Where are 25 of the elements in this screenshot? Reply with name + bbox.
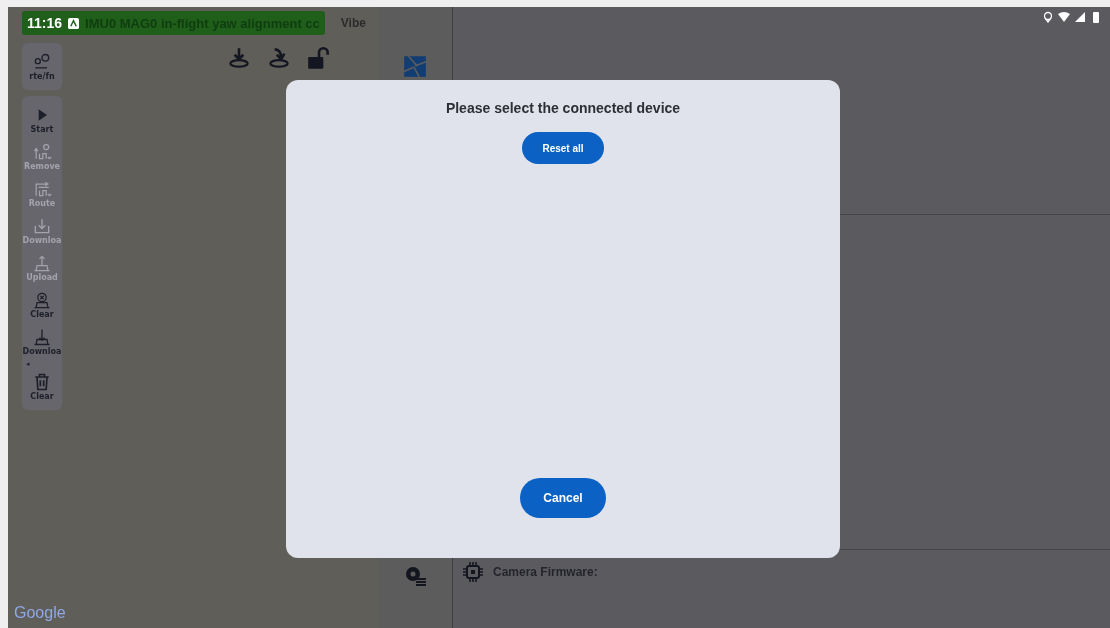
location-icon [1042, 11, 1054, 23]
toolbar-button[interactable]: Clear [30, 370, 54, 403]
cancel-button[interactable]: Cancel [520, 478, 606, 518]
status-time: 11:16 [27, 15, 63, 31]
toolbar-button[interactable]: Downloa [22, 325, 62, 358]
clear-icon [32, 290, 52, 310]
toolbar-button[interactable]: Clear [30, 288, 54, 321]
reset-all-button[interactable]: Reset all [522, 132, 604, 164]
download-icon [32, 327, 52, 347]
signal-icon [1074, 11, 1086, 23]
wifi-icon [1058, 11, 1070, 23]
unlocked-icon[interactable] [306, 45, 332, 71]
toolbar-button[interactable]: Start [30, 103, 54, 136]
map-attribution: Google [14, 604, 67, 622]
return-home-icon[interactable] [266, 45, 292, 71]
chip-icon [461, 560, 485, 584]
notification-icon [68, 17, 80, 29]
dialog-title: Please select the connected device [445, 100, 681, 116]
battery-icon [1090, 11, 1102, 23]
waypoint-icon [32, 52, 52, 72]
land-icon[interactable] [226, 45, 252, 71]
download-icon [32, 216, 52, 236]
remove-icon [32, 142, 52, 162]
upload-icon [32, 253, 52, 273]
trash-icon [32, 372, 52, 392]
